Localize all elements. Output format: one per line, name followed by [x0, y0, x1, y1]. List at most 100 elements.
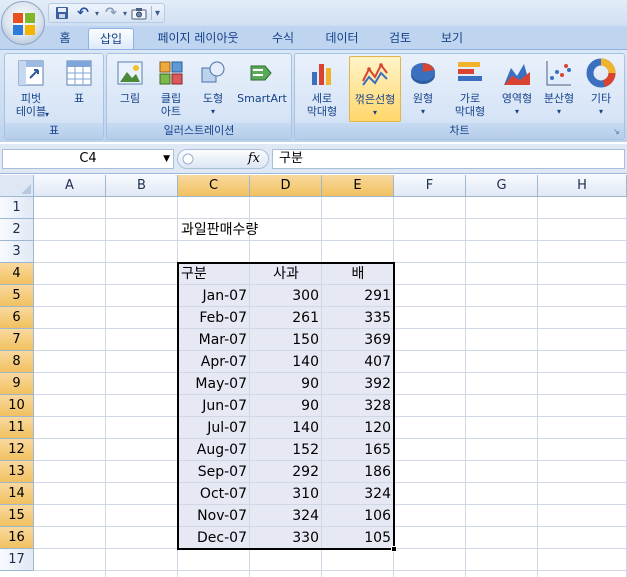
formula-bar-handle-icon[interactable]	[182, 153, 194, 165]
column-header-c[interactable]: C	[178, 175, 250, 197]
column-header-a[interactable]: A	[34, 175, 106, 197]
row-header-3[interactable]: 3	[0, 241, 34, 263]
redo-dropdown-icon[interactable]: ▾	[123, 9, 127, 18]
office-button[interactable]	[1, 1, 45, 45]
column-header-h[interactable]: H	[538, 175, 627, 197]
row-header-11[interactable]: 11	[0, 417, 34, 439]
pie-chart-button[interactable]: 원형 ▾	[403, 56, 443, 122]
customize-qat-icon[interactable]: ▾	[155, 8, 160, 19]
group-label-charts: 차트	[295, 123, 624, 139]
shapes-dropdown-icon: ▾	[210, 107, 215, 116]
column-header-b[interactable]: B	[106, 175, 178, 197]
selection-border	[177, 262, 395, 550]
select-all-button[interactable]	[0, 175, 34, 197]
tab-view[interactable]: 보기	[432, 28, 472, 50]
sheet-title-cell[interactable]: 과일판매수량	[178, 219, 258, 241]
doughnut-chart-icon	[586, 58, 616, 88]
row-header-17[interactable]: 17	[0, 549, 34, 571]
gridline-horizontal	[34, 240, 627, 241]
quick-access-toolbar: ↶ ▾ ↷ ▾ ▾	[48, 3, 166, 23]
camera-button[interactable]	[130, 5, 148, 21]
shapes-button[interactable]: 도형 ▾	[193, 56, 233, 122]
picture-button[interactable]: 그림	[111, 56, 149, 122]
clip-art-icon	[159, 61, 183, 85]
area-chart-button[interactable]: 영역형 ▾	[497, 56, 537, 122]
name-box-dropdown-icon[interactable]: ▼	[163, 150, 170, 168]
formula-input[interactable]: 구분	[272, 149, 625, 169]
gridline-vertical	[537, 197, 538, 577]
tab-formulas[interactable]: 수식	[262, 28, 304, 50]
insert-function-area: fx	[177, 149, 269, 169]
camera-icon	[131, 7, 147, 19]
line-chart-dropdown-icon: ▾	[372, 108, 377, 117]
pivot-table-button[interactable]: 피벗 테이블 ▾	[7, 56, 55, 122]
save-icon	[56, 7, 68, 19]
line-chart-label: 꺾은선형	[354, 93, 396, 106]
qat-separator	[151, 6, 153, 20]
tab-data[interactable]: 데이터	[316, 28, 368, 50]
row-header-13[interactable]: 13	[0, 461, 34, 483]
row-header-15[interactable]: 15	[0, 505, 34, 527]
column-chart-button[interactable]: 세로 막대형	[297, 56, 347, 122]
tab-review[interactable]: 검토	[380, 28, 420, 50]
column-header-g[interactable]: G	[466, 175, 538, 197]
clip-art-button[interactable]: 클립 아트	[151, 56, 191, 122]
line-chart-icon	[362, 63, 388, 86]
column-chart-icon	[312, 64, 331, 85]
tab-insert[interactable]: 삽입	[88, 28, 134, 50]
fill-handle[interactable]	[391, 546, 397, 552]
row-header-9[interactable]: 9	[0, 373, 34, 395]
row-header-10[interactable]: 10	[0, 395, 34, 417]
column-header-f[interactable]: F	[394, 175, 466, 197]
table-label: 표	[73, 92, 85, 105]
row-header-4[interactable]: 4	[0, 263, 34, 285]
tab-page-layout[interactable]: 페이지 레이아웃	[142, 28, 254, 50]
group-label-illustrations: 일러스트레이션	[107, 123, 291, 139]
smartart-label: SmartArt	[237, 92, 287, 105]
row-header-8[interactable]: 8	[0, 351, 34, 373]
column-header-d[interactable]: D	[250, 175, 322, 197]
smartart-button[interactable]: SmartArt	[235, 56, 289, 122]
bar-chart-label: 가로 막대형	[454, 92, 486, 118]
title-bar: ↶ ▾ ↷ ▾ ▾	[0, 0, 627, 26]
select-all-icon	[21, 184, 31, 194]
row-header-7[interactable]: 7	[0, 329, 34, 351]
gridline-horizontal	[34, 218, 627, 219]
row-header-16[interactable]: 16	[0, 527, 34, 549]
name-box-value: C4	[79, 151, 97, 166]
undo-button[interactable]: ↶	[74, 5, 92, 21]
tab-home[interactable]: 홈	[46, 28, 84, 50]
group-label-tables: 표	[5, 123, 103, 139]
shapes-label: 도형	[202, 92, 224, 105]
redo-button[interactable]: ↷	[102, 5, 120, 21]
office-logo-icon	[13, 13, 35, 35]
row-header-2[interactable]: 2	[0, 219, 34, 241]
gridline-vertical	[105, 197, 106, 577]
table-button[interactable]: 표	[57, 56, 101, 122]
line-chart-button[interactable]: 꺾은선형 ▾	[349, 56, 401, 122]
redo-icon: ↷	[105, 5, 117, 21]
row-header-14[interactable]: 14	[0, 483, 34, 505]
column-header-e[interactable]: E	[322, 175, 394, 197]
picture-icon	[117, 61, 143, 85]
chart-dialog-launcher-icon[interactable]: ↘	[613, 127, 622, 136]
picture-label: 그림	[119, 92, 141, 105]
row-header-1[interactable]: 1	[0, 197, 34, 219]
clip-art-label: 클립 아트	[160, 92, 182, 118]
gridline-vertical	[465, 197, 466, 577]
row-header-6[interactable]: 6	[0, 307, 34, 329]
row-header-12[interactable]: 12	[0, 439, 34, 461]
name-box[interactable]: C4 ▼	[2, 149, 174, 169]
scatter-chart-button[interactable]: 분산형 ▾	[539, 56, 579, 122]
save-button[interactable]	[53, 5, 71, 21]
pie-chart-dropdown-icon: ▾	[420, 107, 425, 116]
fx-icon[interactable]: fx	[248, 151, 260, 166]
other-charts-button[interactable]: 기타 ▾	[581, 56, 621, 122]
worksheet-grid[interactable]: ABCDEFGH 1 2 3 4 5 6 7 8 9 10 11 12 13 14 15 16 17 과일판매수…	[0, 175, 627, 577]
undo-dropdown-icon[interactable]: ▾	[95, 9, 99, 18]
pivot-table-label: 피벗 테이블	[15, 92, 47, 118]
bar-chart-button[interactable]: 가로 막대형	[445, 56, 495, 122]
pie-chart-label: 원형	[412, 92, 434, 105]
row-header-5[interactable]: 5	[0, 285, 34, 307]
ribbon: 피벗 테이블 ▾ 표 표 그림 클립 아트 도형 ▾ SmartArt 일러스트…	[0, 49, 627, 142]
